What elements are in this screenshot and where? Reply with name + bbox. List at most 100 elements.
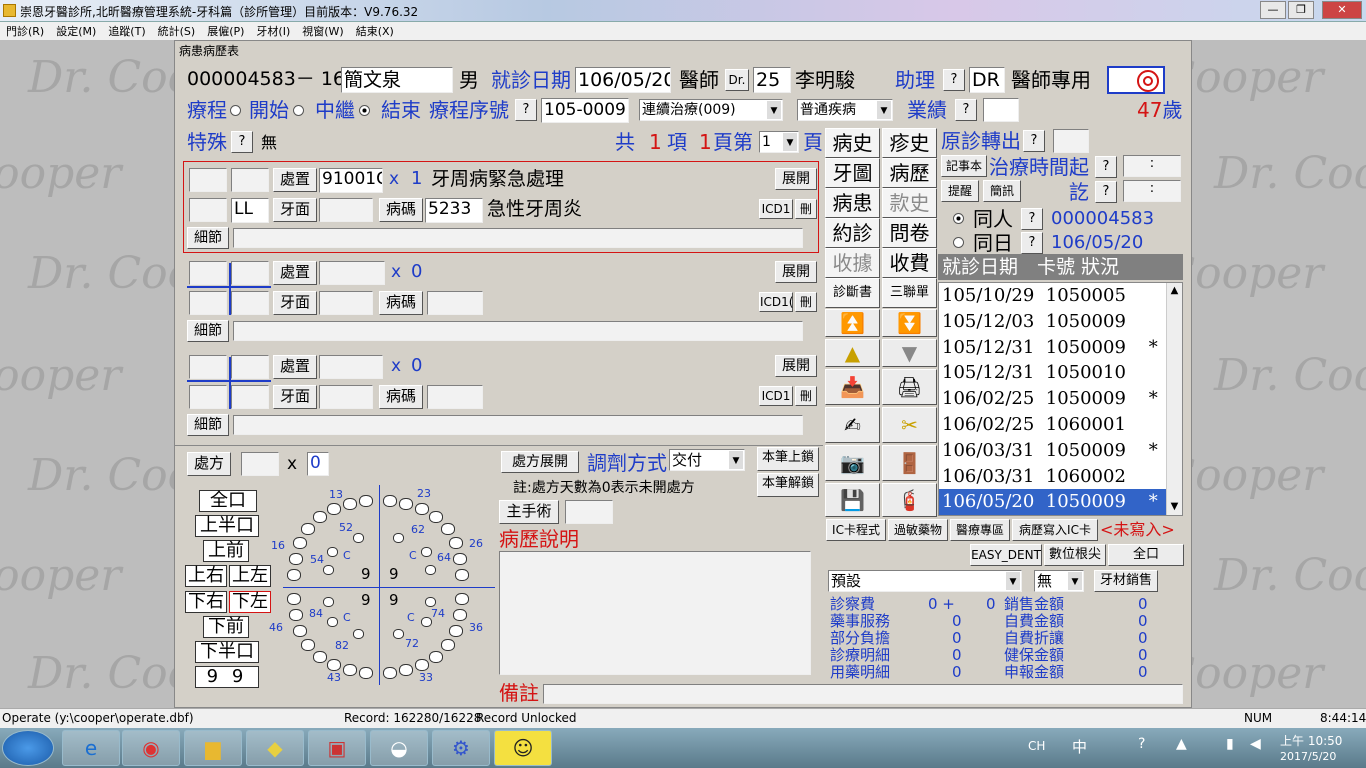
tooth-quad-ll[interactable]	[189, 198, 227, 222]
camera-icon[interactable]: 📷	[825, 445, 880, 481]
scissors-icon[interactable]: ✂	[882, 407, 937, 443]
triplicate-button[interactable]: 三聯單	[882, 278, 937, 308]
diagnosis-code-2[interactable]	[427, 291, 483, 315]
tooth-position-3[interactable]	[231, 385, 269, 409]
assistant-help-button[interactable]: ?	[943, 69, 965, 91]
notes-icon[interactable]: ◆	[246, 730, 304, 766]
course-end-radio[interactable]	[359, 105, 370, 116]
last-record-icon[interactable]: ⏬	[882, 309, 937, 337]
visit-list-scrollbar[interactable]: ▲ ▼	[1166, 283, 1182, 515]
ie-icon[interactable]: e	[62, 730, 120, 766]
course-start-radio[interactable]	[230, 105, 241, 116]
first-record-icon[interactable]: ⏫	[825, 309, 880, 337]
special-help-button[interactable]: ?	[231, 131, 253, 153]
tooth[interactable]	[429, 651, 443, 663]
chevron-down-icon[interactable]: ▼	[729, 451, 743, 469]
list-item[interactable]: 105/12/31 1050010	[939, 360, 1182, 386]
receipt-button[interactable]: 收據	[825, 248, 880, 278]
disease-type-select[interactable]: 普通疾病 ▼	[797, 99, 893, 121]
dispense-method-select[interactable]: 交付 ▼	[669, 449, 745, 471]
list-item[interactable]: 105/12/31 1050009 *	[939, 335, 1182, 361]
tooth[interactable]	[293, 625, 307, 637]
prescription-qty[interactable]: 0	[307, 452, 329, 476]
network-app-icon[interactable]: ⚙	[432, 730, 490, 766]
tooth[interactable]	[289, 609, 303, 621]
detail-field-1[interactable]	[233, 228, 803, 248]
same-day-radio[interactable]	[953, 237, 964, 248]
list-item[interactable]: 106/03/31 1050009 *	[939, 438, 1182, 464]
menu-settings[interactable]: 設定(M)	[50, 22, 102, 40]
quad-nine-nine[interactable]: 9 9	[195, 666, 259, 688]
medical-records-button[interactable]: 病歷	[882, 158, 937, 188]
tooth[interactable]	[449, 625, 463, 637]
quad-upper-right[interactable]: 上右	[185, 565, 227, 587]
same-person-radio[interactable]	[953, 213, 964, 224]
chevron-down-icon[interactable]: ▼	[767, 101, 781, 119]
tooth[interactable]	[421, 547, 432, 557]
tray-up-icon[interactable]: ▲	[1176, 736, 1187, 752]
ic-card-program-button[interactable]: IC卡程式	[826, 519, 886, 541]
course-end-time[interactable]: :	[1123, 180, 1181, 202]
tooth[interactable]	[359, 667, 373, 679]
same-day-help-button[interactable]: ?	[1021, 232, 1043, 254]
menu-window[interactable]: 視窗(W)	[296, 22, 349, 40]
remind-button[interactable]: 提醒	[941, 180, 979, 202]
tooth[interactable]	[359, 495, 373, 507]
memo-button[interactable]: 記事本	[941, 155, 987, 177]
disk-icon[interactable]: 💾	[825, 483, 880, 517]
doctor-button[interactable]: Dr.	[725, 69, 749, 91]
tooth-quad-ll[interactable]	[189, 385, 227, 409]
tooth[interactable]	[455, 593, 469, 605]
tooth-quad-ul[interactable]	[189, 355, 227, 379]
visit-date-field[interactable]: 106/05/20	[575, 67, 671, 93]
surface-button-2[interactable]: 牙面	[273, 291, 317, 315]
language-indicator[interactable]: CH	[1028, 739, 1045, 753]
tooth[interactable]	[441, 639, 455, 651]
course-seq-help-button[interactable]: ?	[515, 99, 537, 121]
diagnosis-code-3[interactable]	[427, 385, 483, 409]
tooth[interactable]	[399, 498, 413, 510]
payment-history-button[interactable]: 款史	[882, 188, 937, 218]
digital-periapical-button[interactable]: 數位根尖	[1044, 544, 1106, 566]
easy-dent-button[interactable]: EASY_DENT	[970, 544, 1042, 566]
tooth[interactable]	[313, 651, 327, 663]
spray-icon[interactable]: 🧯	[882, 483, 937, 517]
tooth[interactable]	[415, 503, 429, 515]
tooth[interactable]	[415, 659, 429, 671]
app-icon-red[interactable]: ▣	[308, 730, 366, 766]
unlock-record-button[interactable]: 本筆解鎖	[757, 473, 819, 497]
surface-field-3[interactable]	[319, 385, 373, 409]
tooth[interactable]	[327, 659, 341, 671]
exit-door-icon[interactable]: 🚪	[882, 445, 937, 481]
course-end-help-button[interactable]: ?	[1095, 181, 1117, 203]
delete-button-1[interactable]: 刪	[795, 199, 817, 219]
tooth[interactable]	[353, 629, 364, 639]
icd-button-1[interactable]: ICD1	[759, 199, 793, 219]
tooth[interactable]	[343, 498, 357, 510]
performance-field[interactable]	[983, 98, 1019, 122]
clock-date[interactable]: 2017/5/20	[1280, 750, 1336, 763]
questionnaire-button[interactable]: 問卷	[882, 218, 937, 248]
expand-button-2[interactable]: 展開	[775, 261, 817, 283]
detail-field-3[interactable]	[233, 415, 803, 435]
medical-zone-button[interactable]: 醫療專區	[950, 519, 1010, 541]
menu-stats[interactable]: 統計(S)	[152, 22, 202, 40]
clock-time[interactable]: 上午 10:50	[1280, 732, 1342, 749]
doctor-only-box[interactable]	[1107, 66, 1165, 94]
tooth-quad-ur[interactable]	[231, 168, 269, 192]
procedure-button-1[interactable]: 處置	[273, 168, 317, 192]
procedure-code-2[interactable]	[319, 261, 385, 285]
tooth[interactable]	[327, 617, 338, 627]
doctor-app-icon[interactable]: ☺	[494, 730, 552, 766]
menu-outpatient[interactable]: 門診(R)	[0, 22, 50, 40]
expand-button-1[interactable]: 展開	[775, 168, 817, 190]
tooth[interactable]	[343, 664, 357, 676]
tooth[interactable]	[393, 629, 404, 639]
tooth[interactable]	[453, 609, 467, 621]
certificate-button[interactable]: 診斷書	[825, 278, 880, 308]
minimize-button[interactable]: —	[1260, 1, 1286, 19]
icd-button-2[interactable]: ICD1(	[759, 292, 793, 312]
sign-pen-icon[interactable]: ✍	[825, 407, 880, 443]
diagnosis-button-2[interactable]: 病碼	[379, 291, 423, 315]
detail-button-2[interactable]: 細節	[187, 320, 229, 342]
